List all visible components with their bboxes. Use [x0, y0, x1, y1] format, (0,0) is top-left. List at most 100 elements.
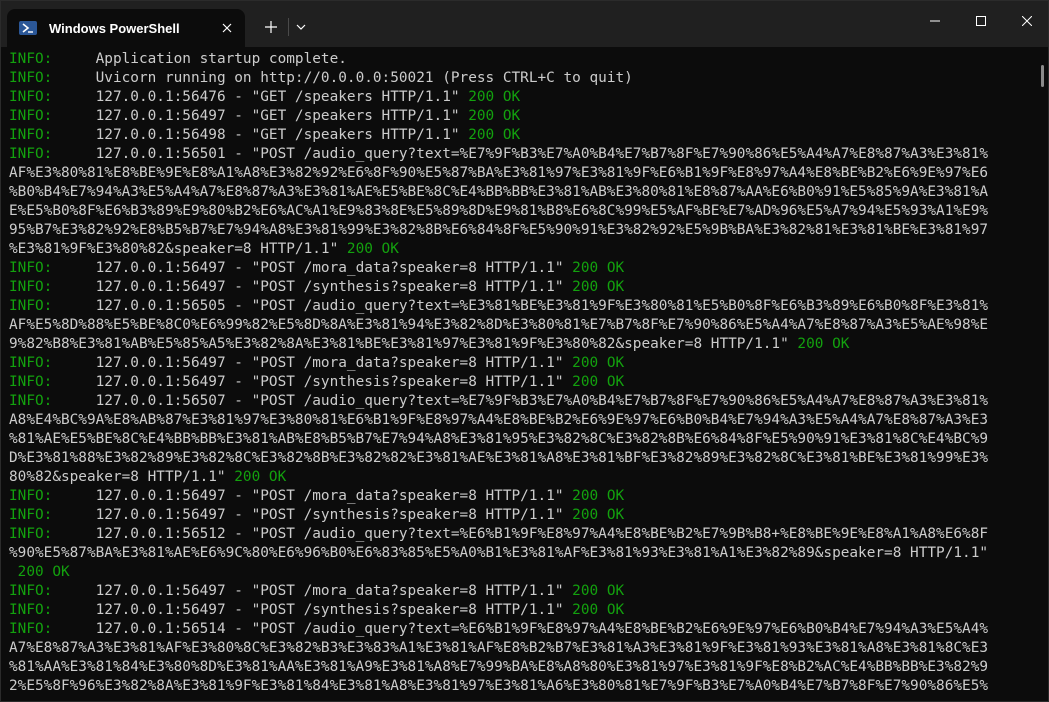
terminal-line: A7%E8%87%A3%E3%81%AF%E3%80%8C%E3%82%B3%E… [9, 639, 1038, 658]
tab-windows-powershell[interactable]: Windows PowerShell [7, 9, 245, 47]
log-level-label: INFO: [9, 393, 53, 409]
terminal-line: INFO: Uvicorn running on http://0.0.0.0:… [9, 69, 1038, 88]
terminal-line: INFO: 127.0.0.1:56497 - "POST /mora_data… [9, 582, 1038, 601]
log-message: %81%AA%E3%81%84%E3%80%8D%E3%81%AA%E3%81%… [9, 659, 989, 675]
status-ok: 200 OK [468, 108, 521, 124]
log-message: 127.0.0.1:56497 - "POST /synthesis?speak… [52, 374, 573, 390]
log-level-label: INFO: [9, 298, 53, 314]
status-ok: 200 OK [797, 336, 850, 352]
terminal-line: AF%E3%80%81%E8%BE%9E%E8%A1%A8%E3%82%92%E… [9, 164, 1038, 183]
log-message: 127.0.0.1:56497 - "POST /synthesis?speak… [52, 507, 573, 523]
log-message: %90%E5%87%BA%E3%81%AE%E6%9C%80%E6%96%B0%… [9, 545, 989, 561]
log-message: 127.0.0.1:56501 - "POST /audio_query?tex… [52, 146, 989, 162]
terminal-line: 9%82%B8%E3%81%AB%E5%85%A5%E3%82%8A%E3%81… [9, 335, 1038, 354]
log-message: 127.0.0.1:56507 - "POST /audio_query?tex… [52, 393, 989, 409]
terminal-window: Windows PowerShell INFO: Application sta… [0, 0, 1049, 702]
log-level-label: INFO: [9, 146, 53, 162]
log-message: 127.0.0.1:56497 - "GET /speakers HTTP/1.… [52, 108, 469, 124]
terminal-line: E%E5%B0%8F%E6%B3%89%E9%80%B2%E6%AC%A1%E9… [9, 202, 1038, 221]
terminal-line: A8%E4%BC%9A%E8%AB%87%E3%81%97%E3%80%81%E… [9, 411, 1038, 430]
terminal-line: INFO: 127.0.0.1:56514 - "POST /audio_que… [9, 620, 1038, 639]
terminal-line: 2%E5%8F%96%E3%82%8A%E3%81%9F%E3%81%84%E3… [9, 677, 1038, 696]
log-message: Uvicorn running on http://0.0.0.0:50021 … [52, 70, 633, 86]
log-message: 127.0.0.1:56497 - "POST /synthesis?speak… [52, 279, 573, 295]
terminal-line: INFO: 127.0.0.1:56505 - "POST /audio_que… [9, 297, 1038, 316]
terminal-line: INFO: 127.0.0.1:56497 - "GET /speakers H… [9, 107, 1038, 126]
status-ok: 200 OK [572, 583, 625, 599]
terminal-line: AF%E5%8D%88%E5%BE%8C0%E6%99%82%E5%8D%8A%… [9, 316, 1038, 335]
terminal-line: 200 OK [9, 563, 1038, 582]
terminal-line: INFO: 127.0.0.1:56497 - "POST /mora_data… [9, 354, 1038, 373]
terminal-line: INFO: 127.0.0.1:56497 - "POST /mora_data… [9, 259, 1038, 278]
status-ok: 200 OK [572, 260, 625, 276]
log-level-label: INFO: [9, 488, 53, 504]
log-message: AF%E3%80%81%E8%BE%9E%E8%A1%A8%E3%82%92%E… [9, 165, 989, 181]
title-bar[interactable]: Windows PowerShell [1, 1, 1048, 47]
log-message: 127.0.0.1:56498 - "GET /speakers HTTP/1.… [52, 127, 469, 143]
log-message: %B0%B4%E7%94%A3%E5%A4%A7%E8%87%A3%E3%81%… [9, 184, 989, 200]
log-level-label: INFO: [9, 260, 53, 276]
log-message: %E3%81%9F%E3%80%82&speaker=8 HTTP/1.1" [9, 241, 347, 257]
minimize-icon[interactable] [912, 1, 958, 41]
terminal-line: INFO: 127.0.0.1:56507 - "POST /audio_que… [9, 392, 1038, 411]
log-level-label: INFO: [9, 621, 53, 637]
log-message: 127.0.0.1:56512 - "POST /audio_query?tex… [52, 526, 989, 542]
scrollbar-thumb[interactable] [1041, 65, 1044, 87]
status-ok: 200 OK [572, 602, 625, 618]
log-message: E%E5%B0%8F%E6%B3%89%E9%80%B2%E6%AC%A1%E9… [9, 203, 989, 219]
chevron-down-icon[interactable] [291, 13, 311, 41]
terminal-line: INFO: 127.0.0.1:56497 - "POST /synthesis… [9, 506, 1038, 525]
log-level-label: INFO: [9, 127, 53, 143]
tab-divider [288, 18, 289, 36]
log-level-label: INFO: [9, 526, 53, 542]
status-ok: 200 OK [17, 564, 70, 580]
terminal-line: %81%AE%E5%BE%8C%E4%BB%BB%E3%81%AB%E8%B5%… [9, 430, 1038, 449]
log-message: 95%B7%E3%82%92%E8%B5%B7%E7%94%A8%E3%81%9… [9, 222, 989, 238]
log-message: 127.0.0.1:56497 - "POST /mora_data?speak… [52, 355, 573, 371]
terminal-line: %B0%B4%E7%94%A3%E5%A4%A7%E8%87%A3%E3%81%… [9, 183, 1038, 202]
status-ok: 200 OK [572, 507, 625, 523]
log-message: 127.0.0.1:56497 - "POST /synthesis?speak… [52, 602, 573, 618]
terminal-line: INFO: 127.0.0.1:56501 - "POST /audio_que… [9, 145, 1038, 164]
status-ok: 200 OK [572, 355, 625, 371]
log-message: %81%AE%E5%BE%8C%E4%BB%BB%E3%81%AB%E8%B5%… [9, 431, 989, 447]
log-level-label: INFO: [9, 602, 53, 618]
tab-title: Windows PowerShell [49, 20, 180, 36]
terminal-line: %90%E5%87%BA%E3%81%AE%E6%9C%80%E6%96%B0%… [9, 544, 1038, 563]
status-ok: 200 OK [572, 279, 625, 295]
terminal-line: INFO: 127.0.0.1:56497 - "POST /synthesis… [9, 601, 1038, 620]
terminal-line: 95%B7%E3%82%92%E8%B5%B7%E7%94%A8%E3%81%9… [9, 221, 1038, 240]
log-message: AF%E5%8D%88%E5%BE%8C0%E6%99%82%E5%8D%8A%… [9, 317, 989, 333]
log-message: Application startup complete. [52, 51, 347, 67]
terminal-line: D%E3%81%88%E3%82%89%E3%82%8C%E3%82%8B%E3… [9, 449, 1038, 468]
powershell-icon [19, 21, 37, 35]
status-ok: 200 OK [468, 127, 521, 143]
log-message: 127.0.0.1:56497 - "POST /mora_data?speak… [52, 488, 573, 504]
log-level-label: INFO: [9, 583, 53, 599]
terminal-line: INFO: Application startup complete. [9, 50, 1038, 69]
status-ok: 200 OK [346, 241, 399, 257]
terminal-line: INFO: 127.0.0.1:56476 - "GET /speakers H… [9, 88, 1038, 107]
log-message: 80%82&speaker=8 HTTP/1.1" [9, 469, 235, 485]
new-tab-icon[interactable] [257, 13, 285, 41]
log-message: D%E3%81%88%E3%82%89%E3%82%8C%E3%82%8B%E3… [9, 450, 989, 466]
log-message: 127.0.0.1:56497 - "POST /mora_data?speak… [52, 260, 573, 276]
log-level-label: INFO: [9, 51, 53, 67]
maximize-icon[interactable] [958, 1, 1004, 41]
log-message: A7%E8%87%A3%E3%81%AF%E3%80%8C%E3%82%B3%E… [9, 640, 989, 656]
log-level-label: INFO: [9, 355, 53, 371]
status-ok: 200 OK [572, 488, 625, 504]
status-ok: 200 OK [234, 469, 287, 485]
terminal-line: INFO: 127.0.0.1:56512 - "POST /audio_que… [9, 525, 1038, 544]
status-ok: 200 OK [572, 374, 625, 390]
log-message: 127.0.0.1:56497 - "POST /mora_data?speak… [52, 583, 573, 599]
log-level-label: INFO: [9, 89, 53, 105]
terminal-line: INFO: 127.0.0.1:56497 - "POST /synthesis… [9, 278, 1038, 297]
terminal-line: %81%AA%E3%81%84%E3%80%8D%E3%81%AA%E3%81%… [9, 658, 1038, 677]
log-level-label: INFO: [9, 108, 53, 124]
tab-close-icon[interactable] [213, 14, 241, 42]
terminal-output[interactable]: INFO: Application startup complete. INFO:… [1, 47, 1038, 701]
log-message: 127.0.0.1:56514 - "POST /audio_query?tex… [52, 621, 989, 637]
log-message: 127.0.0.1:56476 - "GET /speakers HTTP/1.… [52, 89, 469, 105]
close-window-icon[interactable] [1004, 1, 1048, 41]
